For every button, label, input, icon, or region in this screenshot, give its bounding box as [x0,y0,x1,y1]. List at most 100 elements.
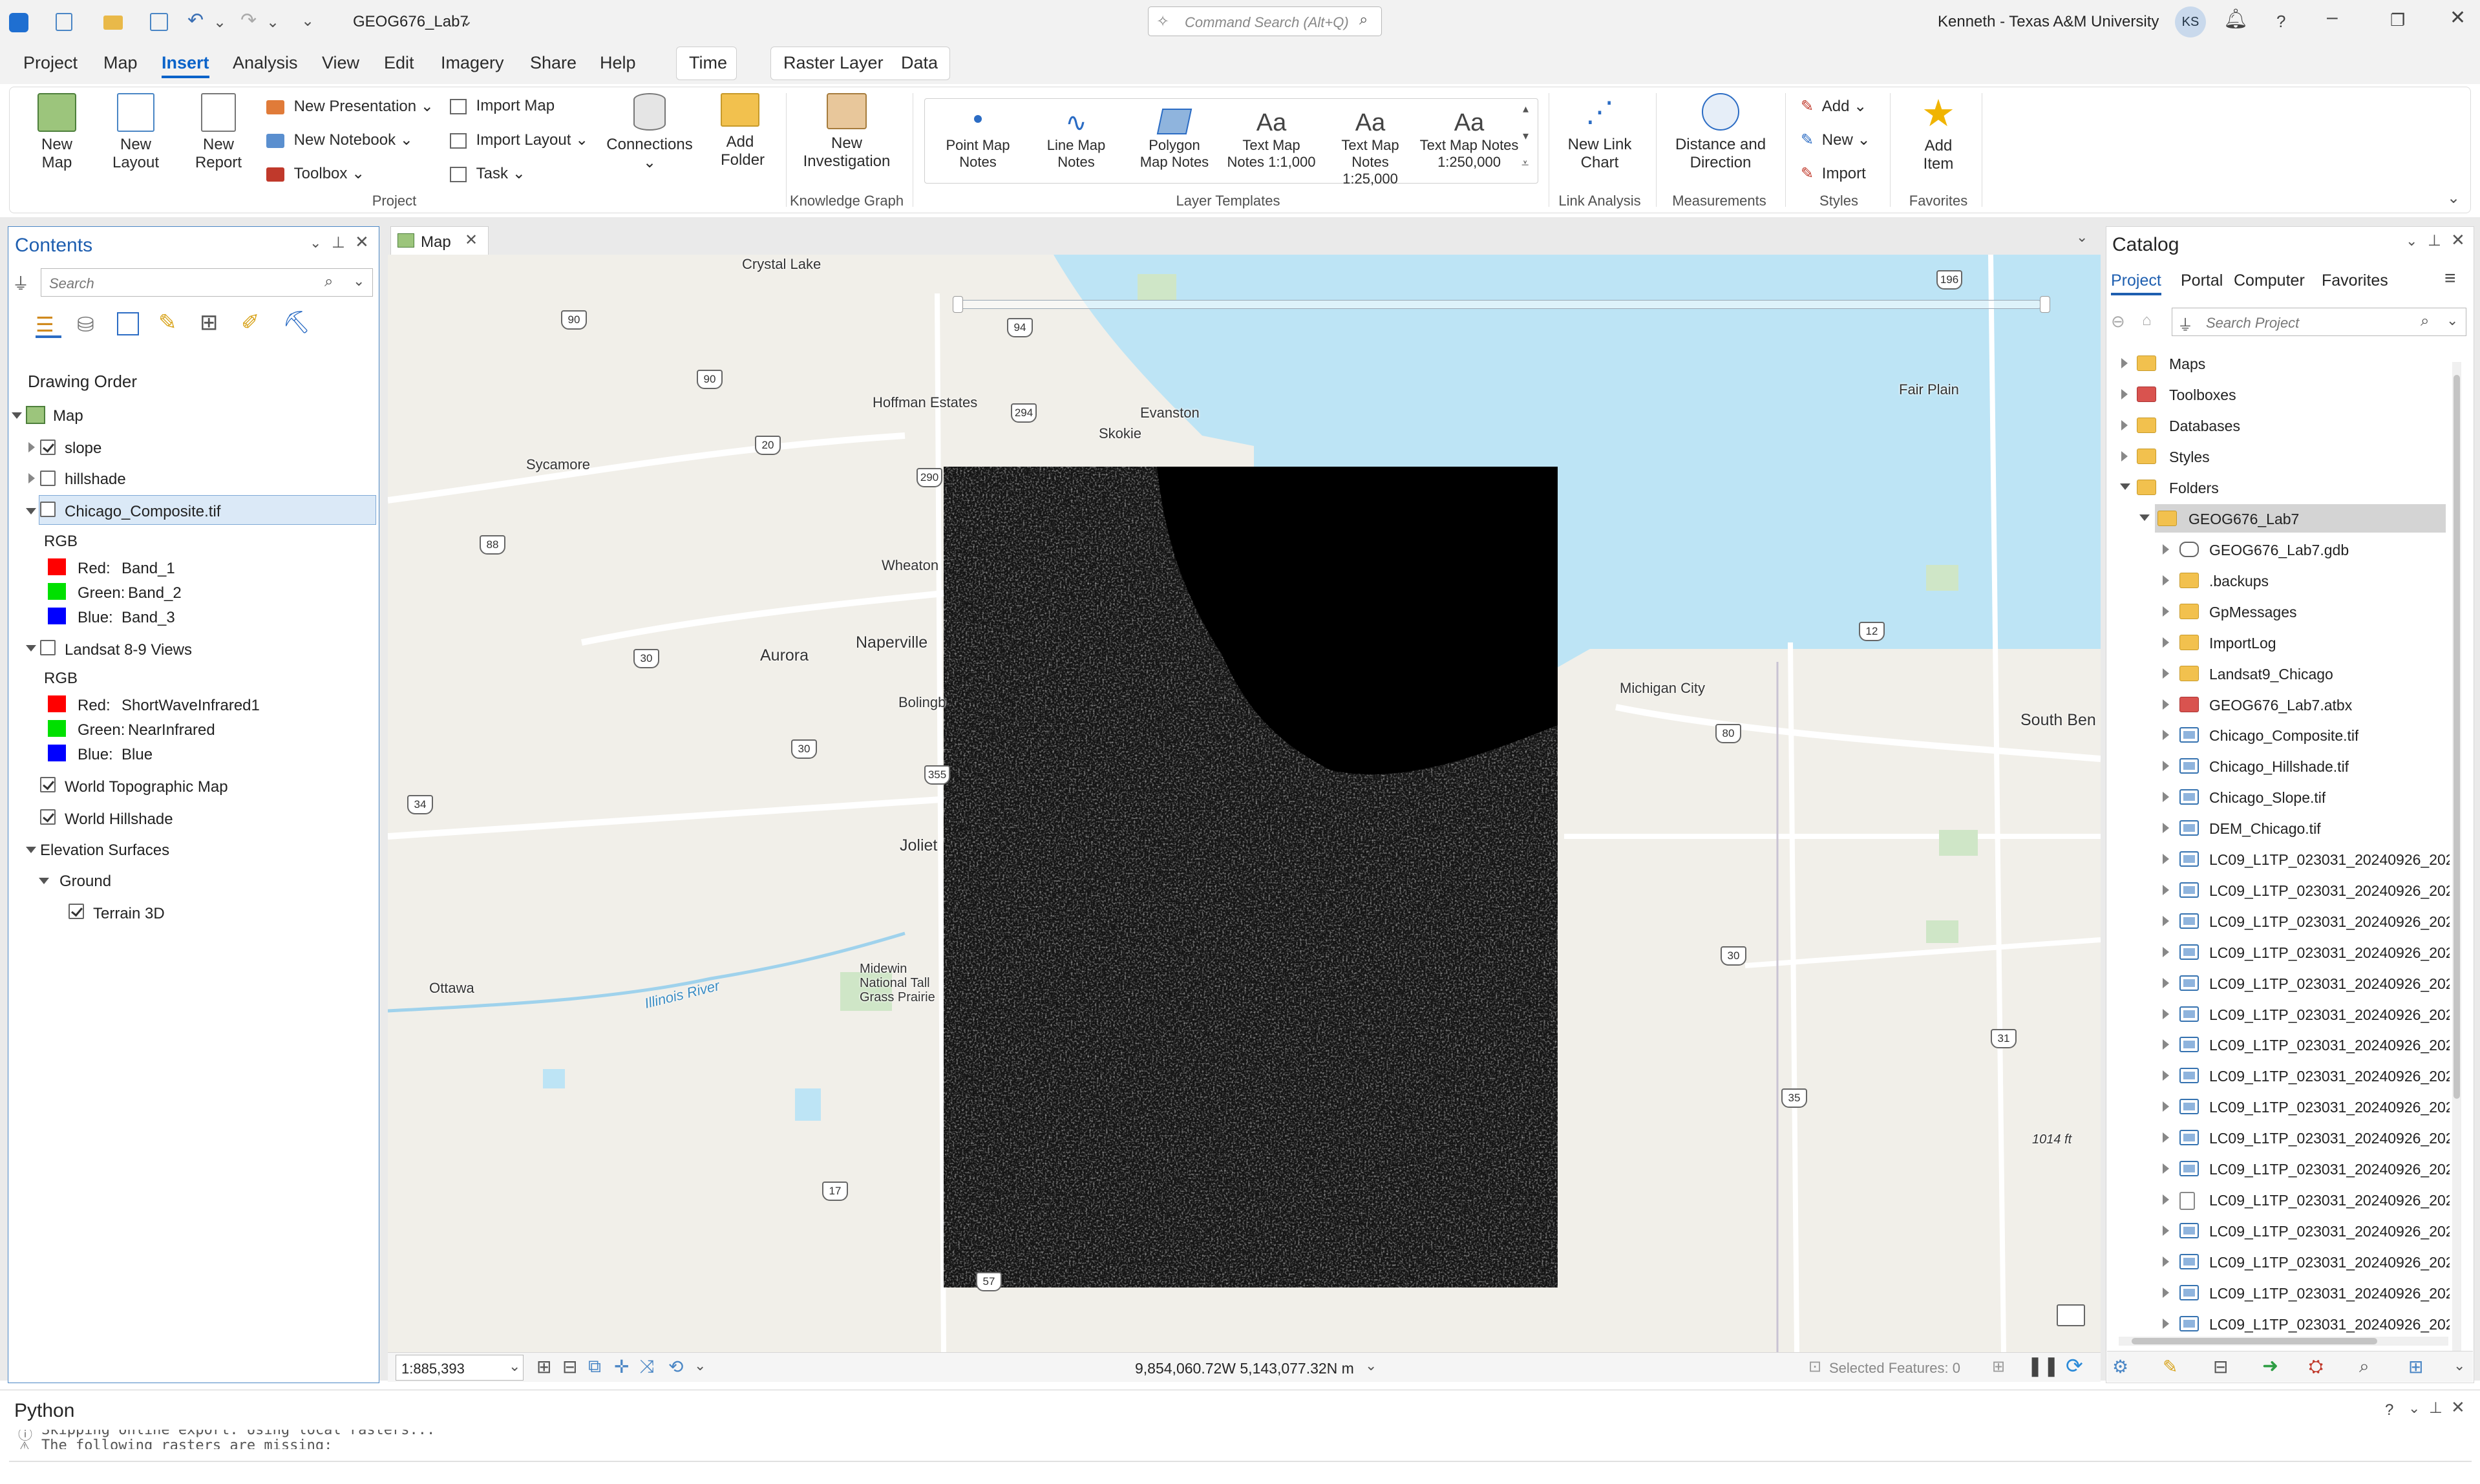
expand-catalog-item-icon[interactable] [2163,699,2169,710]
catalog-item[interactable]: GEOG676_Lab7.atbx [2209,697,2352,714]
list-by-editing-icon[interactable]: ✎ [158,310,177,335]
expand-catalog-item-icon[interactable] [2163,1132,2169,1143]
text-notes-250000-button[interactable]: Aa Text Map Notes 1:250,000 [1419,109,1519,171]
collapse-composite-icon[interactable] [26,508,36,514]
catalog-item[interactable]: LC09_L1TP_023031_20240926_202 [2209,1161,2450,1178]
map-tab[interactable]: Map ✕ [390,226,489,255]
collapse-elevation-icon[interactable] [26,847,36,853]
coordinate-format-dropdown-icon[interactable]: ⌄ [1365,1357,1377,1374]
catalog-horizontal-scrollbar[interactable] [2119,1337,2448,1346]
toolbox-button[interactable]: Toolbox ⌄ [266,164,365,183]
contents-pin-icon[interactable]: ⊥ [332,233,345,252]
map-time-slider[interactable] [957,300,2042,309]
catalog-item-styles[interactable]: Styles [2169,449,2210,466]
catalog-pin-icon[interactable]: ⊥ [2428,231,2441,250]
contents-search-dropdown-icon[interactable]: ⌄ [353,273,365,290]
correction-tool-icon[interactable]: ✛ [614,1356,629,1377]
toolbar-toolbox-icon[interactable]: ⛭ [2309,1356,2323,1377]
expand-catalog-item-icon[interactable] [2163,1039,2169,1050]
expand-styles-icon[interactable] [2121,451,2128,461]
catalog-tab-project[interactable]: Project [2111,271,2161,295]
new-layout-button[interactable]: New Layout [103,93,168,172]
task-button[interactable]: Task ⌄ [450,164,525,183]
catalog-item[interactable]: LC09_L1TP_023031_20240926_202 [2209,1099,2450,1116]
expand-catalog-item-icon[interactable] [2163,1070,2169,1081]
contents-options-icon[interactable]: ⌄ [310,235,321,251]
map-node-label[interactable]: Map [53,407,83,425]
catalog-item[interactable]: LC09_L1TP_023031_20240926_202 [2209,1254,2450,1271]
terrain-3d-label[interactable]: Terrain 3D [93,905,165,923]
map-overview-icon[interactable] [2057,1304,2085,1326]
notifications-bell-icon[interactable]: 🔔︎ [2223,8,2248,30]
catalog-item-databases[interactable]: Databases [2169,418,2240,435]
time-slider-end-handle[interactable] [2040,296,2050,313]
catalog-item[interactable]: LC09_L1TP_023031_20240926_202 [2209,851,2450,869]
pause-drawing-icon[interactable]: ❚❚ [2027,1355,2059,1377]
python-help-button[interactable]: ? [2385,1401,2393,1419]
layer-chicago-composite[interactable]: Chicago_Composite.tif [65,503,220,521]
user-avatar[interactable]: KS [2175,6,2206,37]
catalog-item-maps[interactable]: Maps [2169,355,2205,373]
composite-visibility-checkbox[interactable] [40,502,56,517]
expand-catalog-item-icon[interactable] [2163,668,2169,679]
new-notebook-button[interactable]: New Notebook ⌄ [266,131,413,149]
catalog-item[interactable]: LC09_L1TP_023031_20240926_202 [2209,882,2450,900]
styles-new-button[interactable]: ✎ New ⌄ [1801,131,1871,149]
catalog-item-toolboxes[interactable]: Toolboxes [2169,387,2236,404]
collapse-project-folder-icon[interactable] [2139,514,2150,521]
add-folder-button[interactable]: Add Folder [711,93,769,169]
expand-catalog-item-icon[interactable] [2163,1225,2169,1236]
connections-button[interactable]: Connections ⌄ [601,93,698,172]
import-map-button[interactable]: Import Map [450,97,555,115]
expand-catalog-item-icon[interactable] [2163,1288,2169,1298]
python-close-icon[interactable]: ✕ [2451,1397,2465,1417]
menu-analysis[interactable]: Analysis [233,53,298,73]
gallery-scroll-up-icon[interactable]: ▴ [1523,102,1529,116]
catalog-options-icon[interactable]: ⌄ [2406,233,2417,249]
layer-world-topographic-map[interactable]: World Topographic Map [65,778,228,796]
expand-catalog-item-icon[interactable] [2163,1194,2169,1205]
gallery-scroll-down-icon[interactable]: ▾ [1523,129,1529,143]
toolbar-geoprocessing-icon[interactable]: ⚙ [2112,1356,2128,1377]
expand-catalog-item-icon[interactable] [2163,637,2169,648]
expand-catalog-item-icon[interactable] [2163,1163,2169,1174]
catalog-item[interactable]: LC09_L1TP_023031_20240926_202 [2209,1285,2450,1302]
list-by-perspective-icon[interactable]: ⛏ [282,310,310,335]
rotation-tool-icon[interactable]: ⟲ [668,1356,683,1377]
menu-map[interactable]: Map [103,53,138,73]
redo-dropdown-icon[interactable]: ⌄ [266,13,279,32]
catalog-menu-icon[interactable]: ≡ [2444,268,2456,290]
menu-project[interactable]: Project [23,53,78,73]
refresh-map-icon[interactable]: ⟳ [2066,1353,2083,1378]
expand-toolboxes-icon[interactable] [2121,389,2128,399]
text-notes-1000-button[interactable]: Aa Text Map Notes 1:1,000 [1227,109,1316,171]
restore-icon[interactable]: ❐ [2390,10,2405,30]
toolbar-edit-icon[interactable]: ✎ [2163,1356,2178,1377]
layer-landsat-views[interactable]: Landsat 8-9 Views [65,641,192,659]
undo-dropdown-icon[interactable]: ⌄ [213,13,226,32]
project-name[interactable]: GEOG676_Lab7 [353,13,469,31]
catalog-item[interactable]: GpMessages [2209,604,2297,621]
expand-catalog-item-icon[interactable] [2163,823,2169,833]
python-input-line[interactable] [9,1461,2472,1462]
contents-search-input[interactable]: Search ⌕ ⌄ [41,268,373,297]
catalog-item[interactable]: LC09_L1TP_023031_20240926_202 [2209,1006,2450,1024]
catalog-tab-favorites[interactable]: Favorites [2322,271,2388,290]
terrain-3d-checkbox[interactable] [69,904,84,919]
catalog-item[interactable]: Chicago_Composite.tif [2209,727,2358,745]
new-link-chart-button[interactable]: ⋰ New Link Chart [1556,93,1643,172]
catalog-item[interactable]: Landsat9_Chicago [2209,666,2333,683]
catalog-item[interactable]: Chicago_Slope.tif [2209,789,2326,807]
snapping-tool-icon[interactable]: ⊟ [562,1356,577,1377]
python-pin-icon[interactable]: ⊥ [2429,1399,2443,1417]
list-by-snapping-icon[interactable]: ⊞ [200,310,218,335]
catalog-item[interactable]: LC09_L1TP_023031_20240926_202 [2209,1316,2450,1333]
grid-tool-icon[interactable]: ⊞ [536,1356,551,1377]
toolbar-more-icon[interactable]: ⌄ [2454,1357,2465,1374]
customize-toolbar-icon[interactable]: ⌄ [301,12,314,30]
styles-add-button[interactable]: ✎ Add ⌄ [1801,97,1867,116]
catalog-item-folders[interactable]: Folders [2169,480,2219,497]
expand-catalog-item-icon[interactable] [2163,606,2169,617]
menu-help[interactable]: Help [600,53,636,73]
menu-share[interactable]: Share [530,53,577,73]
